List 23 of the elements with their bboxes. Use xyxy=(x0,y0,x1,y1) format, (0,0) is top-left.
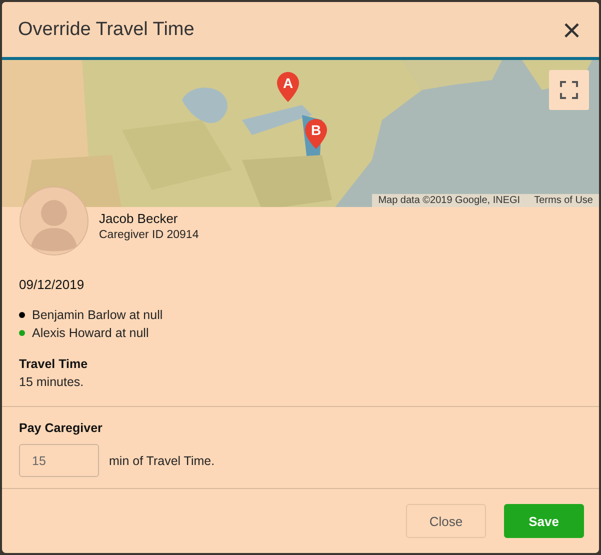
map-attribution: Map data ©2019 Google, INEGI xyxy=(378,195,520,206)
pay-caregiver-label: Pay Caregiver xyxy=(19,421,104,435)
fullscreen-icon xyxy=(560,81,578,100)
minutes-suffix: min of Travel Time. xyxy=(109,454,215,468)
avatar-icon xyxy=(19,186,89,256)
terms-link[interactable]: Terms of Use xyxy=(534,195,593,206)
map-pin-icon xyxy=(277,72,299,102)
map-marker[interactable]: A xyxy=(277,72,299,102)
visit-entry: Alexis Howard at null xyxy=(32,326,149,340)
visit-entry: Benjamin Barlow at null xyxy=(32,308,163,322)
travel-time-value: 15 minutes. xyxy=(19,375,85,389)
map-marker[interactable]: B xyxy=(305,119,327,150)
minutes-field[interactable]: 15 xyxy=(19,444,99,477)
close-button[interactable]: × xyxy=(560,16,583,44)
save-button[interactable]: Save xyxy=(504,504,584,538)
visit-date: 09/12/2019 xyxy=(19,277,86,292)
fullscreen-button[interactable] xyxy=(549,70,589,110)
caregiver-name: Jacob Becker xyxy=(99,211,179,226)
travel-time-label: Travel Time xyxy=(19,357,89,371)
close-button[interactable]: Close xyxy=(406,504,486,538)
map-pin-icon xyxy=(305,119,327,150)
caregiver-id: Caregiver ID 20914 xyxy=(99,229,200,241)
dialog-title: Override Travel Time xyxy=(18,18,194,41)
